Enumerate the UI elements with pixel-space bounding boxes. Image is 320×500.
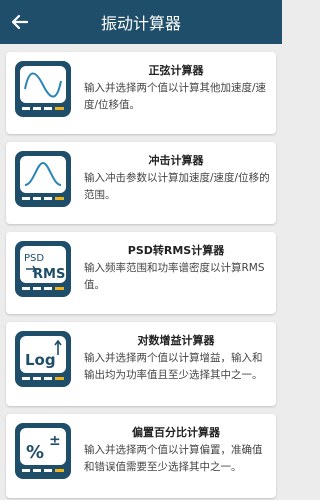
calculator-card-shock[interactable]: 冲击计算器 输入冲击参数以计算加速度/速度/位移的范围。	[6, 142, 276, 224]
percent-bias-icon: % ±	[13, 421, 73, 481]
card-description: 输入并选择两个值以计算其他加速度/速度/位移值。	[84, 82, 267, 111]
card-description: 输入频率范围和功率谱密度以计算RMS值。	[84, 262, 265, 291]
percent-label: %	[26, 442, 44, 463]
card-title: 对数增益计算器	[137, 334, 215, 347]
calculator-card-log-gain[interactable]: Log 对数增益计算器 输入并选择两个值以计算增益，输入和输出均为功率值且至少选…	[6, 322, 276, 406]
sine-wave-icon	[13, 59, 73, 119]
calculator-card-psd-rms[interactable]: PSD RMS PSD转RMS计算器 输入频率范围和功率谱密度以计算RMS值。	[6, 232, 276, 314]
card-title: 正弦计算器	[148, 64, 204, 77]
card-title: 冲击计算器	[148, 154, 204, 167]
page-title: 振动计算器	[100, 14, 181, 33]
psd-label: PSD	[24, 253, 44, 264]
log-gain-icon: Log	[13, 329, 73, 389]
card-description: 输入并选择两个值以计算偏置，准确值和错误值需要至少选择其中之一。	[84, 444, 263, 473]
calculator-card-sine[interactable]: 正弦计算器 输入并选择两个值以计算其他加速度/速度/位移值。	[6, 52, 276, 134]
rms-label: RMS	[33, 267, 65, 282]
card-description: 输入并选择两个值以计算增益，输入和输出均为功率值且至少选择其中之一。	[84, 352, 263, 381]
plus-minus-label: ±	[49, 433, 61, 449]
calculator-card-percent-bias[interactable]: % ± 偏置百分比计算器 输入并选择两个值以计算偏置，准确值和错误值需要至少选择…	[6, 414, 276, 498]
log-label: Log	[25, 351, 56, 369]
card-title: 偏置百分比计算器	[132, 426, 220, 439]
card-description: 输入冲击参数以计算加速度/速度/位移的范围。	[84, 172, 270, 201]
shock-pulse-icon	[13, 149, 73, 209]
app-bar: 振动计算器	[0, 0, 282, 44]
psd-rms-icon: PSD RMS	[13, 239, 73, 299]
card-title: PSD转RMS计算器	[127, 244, 225, 257]
